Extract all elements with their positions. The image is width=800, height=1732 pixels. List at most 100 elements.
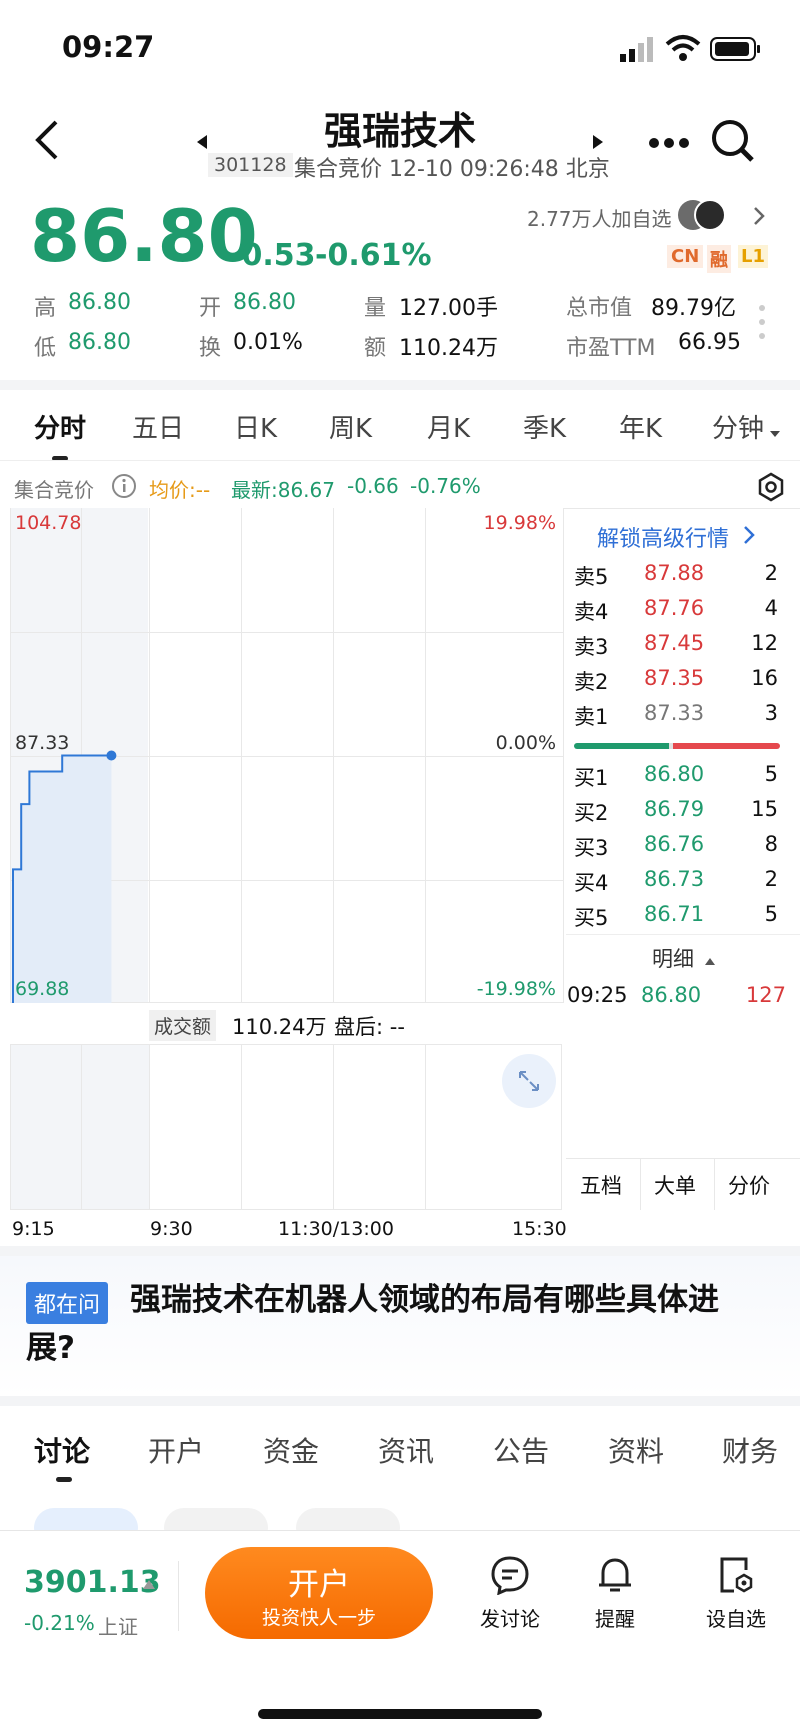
tab-news[interactable]: 资讯 [378, 1430, 434, 1470]
discuss-label: 发讨论 [480, 1607, 540, 1631]
tab-financials[interactable]: 财务 [722, 1430, 778, 1470]
price-change: -0.53 [229, 238, 316, 273]
bid-row[interactable]: 买1 86.80 5 [574, 762, 786, 796]
bid-price: 86.73 [644, 867, 705, 891]
tab-profile[interactable]: 资料 [608, 1430, 664, 1470]
fullscreen-icon[interactable] [502, 1054, 556, 1108]
tab-five-levels[interactable]: 五档 [580, 1170, 622, 1200]
tab-yearly-k[interactable]: 年K [619, 408, 662, 445]
mcap-value: 89.79亿 [651, 296, 736, 321]
bid-label: 买3 [574, 836, 609, 860]
ask-label: 卖1 [574, 705, 609, 729]
tab-announcements[interactable]: 公告 [493, 1430, 549, 1470]
tab-price-distribution[interactable]: 分价 [728, 1170, 770, 1200]
battery-icon [710, 36, 762, 66]
volume-label: 量 [364, 296, 387, 321]
bottom-bar: 3901.13 -0.21% 上证 开户 投资快人一步 发讨论 提醒 设自选 [0, 1530, 800, 1732]
bid-label: 买2 [574, 801, 609, 825]
tab-timeshare[interactable]: 分时 [34, 408, 86, 445]
y-bottom-label: 69.88 [15, 978, 70, 1000]
status-time: 09:27 [62, 30, 155, 64]
unlock-chevron-icon[interactable] [743, 525, 755, 549]
trade-time: 09:25 [567, 983, 628, 1007]
tab-account[interactable]: 开户 [148, 1430, 204, 1470]
x-label-start: 9:15 [12, 1218, 55, 1240]
index-value[interactable]: 3901.13 [24, 1565, 161, 1600]
ask-row[interactable]: 卖1 87.33 3 [574, 701, 786, 735]
bid-price: 86.76 [644, 832, 705, 856]
more-icon[interactable] [648, 134, 690, 153]
tab-minute[interactable]: 分钟 [712, 408, 764, 445]
tab-daily-k[interactable]: 日K [234, 408, 277, 445]
x-label-midday: 11:30/13:00 [278, 1218, 394, 1240]
bid-row[interactable]: 买2 86.79 15 [574, 797, 786, 831]
discuss-button[interactable]: 发讨论 [458, 1555, 562, 1635]
ask-row[interactable]: 卖3 87.45 12 [574, 631, 786, 665]
search-icon[interactable] [710, 118, 756, 168]
bid-price: 86.79 [644, 797, 705, 821]
add-watchlist-label: 设自选 [706, 1607, 766, 1631]
price-area [13, 755, 112, 1003]
bid-row[interactable]: 买3 86.76 8 [574, 832, 786, 866]
open-label: 开 [199, 296, 222, 321]
tab-discussion[interactable]: 讨论 [34, 1430, 90, 1470]
index-up-icon [142, 1575, 156, 1594]
home-indicator [258, 1709, 542, 1719]
pe-value: 66.95 [678, 330, 741, 355]
ask-label: 卖5 [574, 565, 609, 589]
open-account-label: 开户 [288, 1567, 350, 1603]
bid-volume: 2 [764, 867, 778, 891]
caret-down-icon[interactable] [769, 423, 781, 442]
avg-price: 均价:-- [149, 478, 211, 502]
volume-chart[interactable] [10, 1044, 562, 1210]
x-label-open: 9:30 [150, 1218, 193, 1240]
settings-icon[interactable] [756, 472, 786, 506]
back-icon[interactable] [32, 118, 62, 166]
alert-label: 提醒 [595, 1607, 635, 1631]
bid-price: 86.80 [644, 762, 705, 786]
latest-change: -0.66 [347, 474, 399, 498]
bid-row[interactable]: 买4 86.73 2 [574, 867, 786, 901]
caret-up-icon[interactable] [704, 951, 716, 970]
x-label-close: 15:30 [512, 1218, 567, 1240]
alert-button[interactable]: 提醒 [572, 1555, 658, 1635]
unlock-advanced-quotes-link[interactable]: 解锁高级行情 [597, 521, 729, 553]
ask-volume: 3 [764, 701, 778, 725]
open-account-button[interactable]: 开户 投资快人一步 [205, 1547, 433, 1639]
trade-detail-toggle[interactable]: 明细 [652, 943, 694, 973]
ask-row[interactable]: 卖5 87.88 2 [574, 561, 786, 595]
tab-5day[interactable]: 五日 [132, 408, 184, 445]
prev-stock-icon[interactable] [195, 133, 209, 155]
ask-label: 卖4 [574, 600, 609, 624]
bid-volume: 5 [764, 762, 778, 786]
trade-volume: 127 [745, 983, 786, 1007]
bid-row[interactable]: 买5 86.71 5 [574, 902, 786, 936]
badge-cn: CN [667, 245, 704, 268]
page-title: 强瑞技术 [323, 109, 476, 153]
watcher-avatars[interactable] [676, 198, 744, 236]
ask-volume: 16 [751, 666, 778, 690]
tab-monthly-k[interactable]: 月K [427, 408, 470, 445]
price-chart[interactable] [10, 508, 564, 1003]
price-change-pct: -0.61% [315, 238, 432, 273]
index-name: 上证 [98, 1615, 138, 1639]
ask-row[interactable]: 卖2 87.35 16 [574, 666, 786, 700]
turnover-value: 0.01% [233, 330, 303, 355]
tab-big-orders[interactable]: 大单 [654, 1170, 696, 1200]
tab-weekly-k[interactable]: 周K [329, 408, 372, 445]
open-value: 86.80 [233, 290, 296, 315]
question-card[interactable]: 都在问 强瑞技术在机器人领域的布局有哪些具体进展? [0, 1256, 800, 1396]
expand-handle-icon[interactable] [758, 304, 766, 344]
tab-funds[interactable]: 资金 [263, 1430, 319, 1470]
latest-point [106, 750, 117, 761]
volume-value: 127.00手 [399, 296, 498, 321]
chevron-right-icon[interactable] [752, 205, 766, 231]
add-watchlist-button[interactable]: 设自选 [684, 1555, 788, 1635]
info-icon[interactable] [111, 473, 137, 503]
bid-label: 买4 [574, 871, 609, 895]
ask-row[interactable]: 卖4 87.76 4 [574, 596, 786, 630]
ask-price: 87.76 [644, 596, 705, 620]
tab-quarterly-k[interactable]: 季K [523, 408, 566, 445]
question-text: 强瑞技术在机器人领域的布局有哪些具体进展? [26, 1282, 719, 1366]
watchers-count[interactable]: 2.77万人加自选 [527, 203, 672, 232]
